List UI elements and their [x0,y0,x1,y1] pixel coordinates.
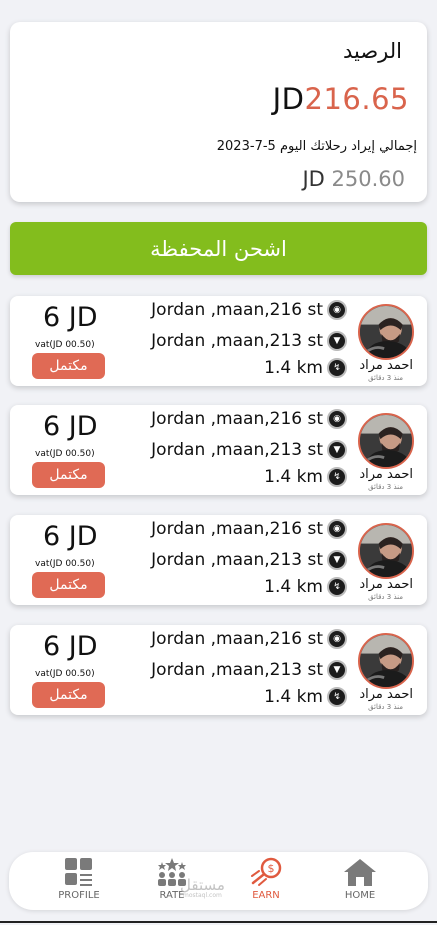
pickup-address: Jordan ,maan,216 st [151,629,323,649]
trip-vat: vat(JD 00.50) [35,559,95,569]
balance-card: الرصيد JD216.65 إجمالي إيراد رحلاتك اليو… [10,22,427,202]
nav-home-label: HOME [344,890,376,901]
house-icon [344,859,376,886]
dropoff-row: Jordan ,maan,213 st ▼ [151,548,347,572]
charge-wallet-button[interactable]: اشحن المحفظة [10,222,427,275]
pickup-row: Jordan ,maan,216 st ◉ [151,517,347,541]
nav-profile[interactable]: PROFILE [44,857,114,901]
pin-icon: ◉ [327,300,347,320]
dropoff-address: Jordan ,maan,213 st [151,660,323,680]
bottom-divider [0,921,437,923]
nav-profile-label: PROFILE [58,890,100,901]
route-icon: ↯ [327,687,347,707]
route-icon: ↯ [327,358,347,378]
daily-earnings-label: إجمالي إيراد رحلاتك اليوم 5-7-2023 [216,139,417,154]
pickup-address: Jordan ,maan,216 st [151,409,323,429]
trip-fare: 6 JD [43,411,98,442]
status-completed-button[interactable]: مكتمل [32,682,105,708]
dropoff-row: Jordan ,maan,213 st ▼ [151,329,347,353]
trip-distance: 1.4 km [264,358,323,378]
trip-distance: 1.4 km [264,687,323,707]
balance-title: الرصيد [342,39,402,63]
grid-icon [65,858,92,886]
trip-distance: 1.4 km [264,467,323,487]
dropoff-address: Jordan ,maan,213 st [151,331,323,351]
trip-card[interactable]: احمد مراد منذ 3 دقائق Jordan ,maan,216 s… [10,296,427,386]
driver-avatar [358,413,414,469]
balance-amount: JD216.65 [273,82,409,116]
route-icon: ↯ [327,467,347,487]
route-icon: ↯ [327,577,347,597]
trip-fare: 6 JD [43,521,98,552]
dropoff-row: Jordan ,maan,213 st ▼ [151,438,347,462]
driver-name: احمد مراد [359,467,413,482]
dropoff-address: Jordan ,maan,213 st [151,440,323,460]
pin-icon: ◉ [327,629,347,649]
trip-time-ago: منذ 3 دقائق [368,703,403,711]
total-currency: JD [302,167,325,191]
trip-distance: 1.4 km [264,577,323,597]
driver-name: احمد مراد [359,577,413,592]
driver-avatar [358,633,414,689]
pickup-row: Jordan ,maan,216 st ◉ [151,407,347,431]
driver-avatar [358,523,414,579]
nav-earn-label: EARN [252,890,280,901]
trip-time-ago: منذ 3 دقائق [368,374,403,382]
direction-arrow-icon: ▼ [327,440,347,460]
trip-card[interactable]: احمد مراد منذ 3 دقائق Jordan ,maan,216 s… [10,515,427,605]
watermark: مستقل mostaql.com [180,876,225,899]
status-completed-button[interactable]: مكتمل [32,572,105,598]
driver-name: احمد مراد [359,687,413,702]
driver-avatar [358,304,414,360]
distance-row: 1.4 km ↯ [264,685,347,709]
distance-row: 1.4 km ↯ [264,465,347,489]
trip-fare: 6 JD [43,631,98,662]
driver-name: احمد مراد [359,358,413,373]
pin-icon: ◉ [327,409,347,429]
svg-text:$: $ [268,862,275,875]
direction-arrow-icon: ▼ [327,550,347,570]
distance-row: 1.4 km ↯ [264,575,347,599]
nav-home[interactable]: HOME [325,857,395,901]
trip-card[interactable]: احمد مراد منذ 3 دقائق Jordan ,maan,216 s… [10,625,427,715]
trip-fare: 6 JD [43,302,98,333]
direction-arrow-icon: ▼ [327,331,347,351]
balance-value: 216.65 [304,82,409,116]
trip-card[interactable]: احمد مراد منذ 3 دقائق Jordan ,maan,216 s… [10,405,427,495]
status-completed-button[interactable]: مكتمل [32,462,105,488]
status-completed-button[interactable]: مكتمل [32,353,105,379]
daily-earnings-total: JD 250.60 [302,167,405,191]
total-value: 250.60 [331,167,405,191]
pickup-row: Jordan ,maan,216 st ◉ [151,298,347,322]
trip-time-ago: منذ 3 دقائق [368,593,403,601]
direction-arrow-icon: ▼ [327,660,347,680]
distance-row: 1.4 km ↯ [264,356,347,380]
money-rocket-icon: $ [251,857,282,886]
dropoff-row: Jordan ,maan,213 st ▼ [151,658,347,682]
trip-vat: vat(JD 00.50) [35,449,95,459]
trip-vat: vat(JD 00.50) [35,669,95,679]
nav-earn[interactable]: $ EARN [231,857,301,901]
pickup-address: Jordan ,maan,216 st [151,519,323,539]
pin-icon: ◉ [327,519,347,539]
pickup-address: Jordan ,maan,216 st [151,300,323,320]
trip-time-ago: منذ 3 دقائق [368,483,403,491]
dropoff-address: Jordan ,maan,213 st [151,550,323,570]
balance-currency: JD [272,82,305,116]
trip-vat: vat(JD 00.50) [35,340,95,350]
pickup-row: Jordan ,maan,216 st ◉ [151,627,347,651]
watermark-sub: mostaql.com [183,892,222,899]
